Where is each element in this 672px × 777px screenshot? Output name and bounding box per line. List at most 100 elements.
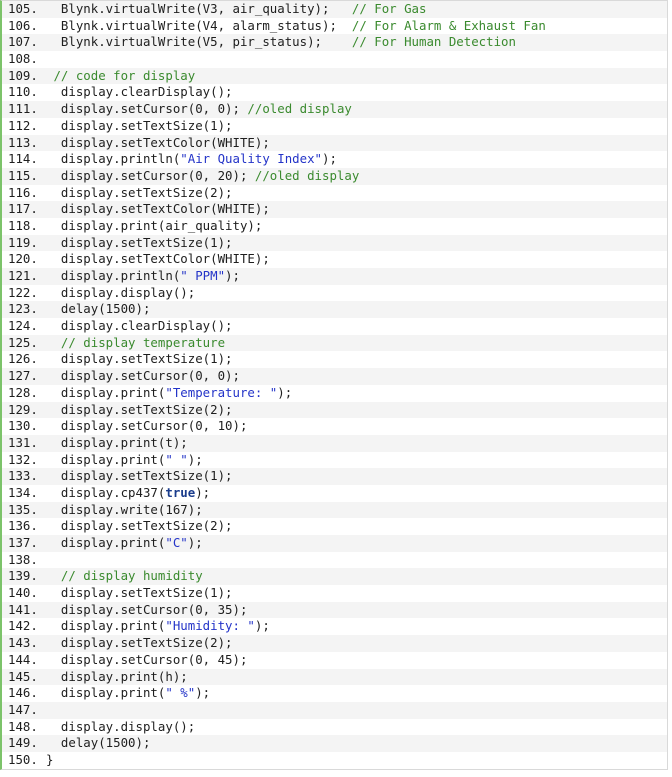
code-text: display.setCursor(0, 45); (46, 651, 248, 667)
line-content: Blynk.virtualWrite(V5, pir_status); // F… (46, 34, 667, 51)
line-content: display.setCursor(0, 35); (46, 602, 667, 619)
code-comment: // display temperature (46, 334, 226, 350)
line-content: Blynk.virtualWrite(V4, alarm_status); //… (46, 18, 667, 35)
line-content: display.print(t); (46, 435, 667, 452)
code-text: ); (277, 384, 293, 400)
line-content: display.println(" PPM"); (46, 268, 667, 285)
line-content: display.print("Temperature: "); (46, 385, 667, 402)
line-number: 133. (8, 468, 38, 484)
code-text: } (46, 751, 54, 767)
code-line: 132. display.print(" "); (2, 451, 667, 469)
code-text: display.setTextSize(2); (46, 635, 233, 651)
line-number: 138. (8, 551, 38, 567)
line-number: 121. (8, 268, 38, 283)
code-text: display.setTextColor(WHITE); (46, 251, 270, 267)
line-number: 146. (8, 685, 38, 701)
line-content: display.setTextSize(2); (46, 635, 667, 652)
code-text: display.print( (46, 685, 166, 701)
code-line: 131. display.print(t); (2, 434, 667, 452)
code-line: 122. display.display(); (2, 284, 667, 302)
line-content: display.print(" "); (46, 452, 667, 469)
code-text: display.setCursor(0, 0); (46, 368, 240, 384)
code-comment: // For Gas (351, 1, 427, 16)
line-number: 111. (8, 101, 38, 117)
code-text: ); (195, 685, 211, 701)
line-content (46, 552, 667, 569)
code-text: display.println( (46, 268, 181, 283)
line-number: 142. (8, 618, 38, 634)
code-line: 128. display.print("Temperature: "); (2, 384, 667, 402)
code-line: 140. display.setTextSize(1); (2, 585, 667, 602)
code-text: display.print( (46, 618, 166, 634)
line-number: 112. (8, 117, 38, 133)
code-line: 146. display.print(" %"); (2, 685, 667, 702)
line-content: display.cp437(true); (46, 485, 667, 502)
line-content: display.setTextColor(WHITE); (46, 251, 667, 268)
code-line: 126. display.setTextSize(1); (2, 351, 667, 369)
line-number: 136. (8, 518, 38, 534)
line-number: 126. (8, 351, 38, 367)
code-text: display.setTextSize(1); (46, 351, 233, 367)
code-line: 115. display.setCursor(0, 20); //oled di… (2, 167, 667, 185)
code-comment: // code for display (46, 67, 196, 83)
code-text: display.clearDisplay(); (46, 318, 233, 334)
code-line: 117. display.setTextColor(WHITE); (2, 201, 667, 218)
line-content: } (46, 752, 667, 769)
line-number: 140. (8, 585, 38, 601)
line-number: 114. (8, 151, 38, 167)
code-comment: // display humidity (46, 568, 203, 584)
line-content: display.print(air_quality); (46, 218, 667, 235)
code-text: display.print( (46, 384, 166, 400)
line-content: display.setCursor(0, 10); (46, 418, 667, 435)
code-string: "Air Quality Index" (180, 151, 323, 167)
line-content: display.println("Air Quality Index"); (46, 151, 667, 168)
line-number: 105. (8, 1, 38, 16)
code-line: 106. Blynk.virtualWrite(V4, alarm_status… (2, 17, 667, 35)
code-text: ); (195, 484, 211, 500)
line-content (46, 51, 667, 68)
code-text: display.println( (46, 151, 181, 167)
code-text: display.setTextSize(1); (46, 585, 233, 601)
code-line: 139. // display humidity (2, 568, 667, 586)
code-text: display.print(h); (46, 668, 188, 684)
line-number: 134. (8, 484, 38, 500)
line-number: 130. (8, 418, 38, 434)
line-number: 135. (8, 501, 38, 517)
line-number: 143. (8, 635, 38, 651)
code-line: 124. display.clearDisplay(); (2, 318, 667, 335)
line-number: 129. (8, 401, 38, 417)
code-text: display.write(167); (46, 501, 203, 517)
code-text: display.print( (46, 535, 166, 550)
code-line: 125. // display temperature (2, 334, 667, 352)
line-content: display.display(); (46, 719, 667, 736)
code-line: 108. (2, 51, 667, 68)
code-text: display.print(air_quality); (46, 217, 263, 233)
line-number: 145. (8, 668, 38, 684)
line-content: display.setCursor(0, 45); (46, 652, 667, 669)
code-line: 149. delay(1500); (2, 735, 667, 752)
line-number: 118. (8, 217, 38, 233)
line-number: 109. (8, 67, 38, 83)
code-line: 136. display.setTextSize(2); (2, 518, 667, 535)
code-text: display.setTextSize(1); (46, 468, 233, 484)
code-text: display.setTextColor(WHITE); (46, 134, 270, 150)
line-content: display.setCursor(0, 20); //oled display (46, 168, 667, 185)
code-text: ); (187, 535, 203, 550)
code-line: 116. display.setTextSize(2); (2, 184, 667, 202)
line-content: // display humidity (46, 568, 667, 585)
line-number: 108. (8, 51, 38, 67)
line-content: display.setTextSize(1); (46, 585, 667, 602)
line-number: 132. (8, 451, 38, 467)
line-content: delay(1500); (46, 301, 667, 318)
code-text: display.setCursor(0, 20); (46, 167, 255, 183)
line-content: display.setTextSize(1); (46, 468, 667, 485)
line-number: 123. (8, 301, 38, 317)
line-number: 110. (8, 84, 38, 100)
code-line: 111. display.setCursor(0, 0); //oled dis… (2, 101, 667, 118)
code-comment: //oled display (247, 101, 352, 117)
line-number: 137. (8, 535, 38, 550)
line-content: display.setTextSize(1); (46, 235, 667, 252)
line-content: display.setTextSize(1); (46, 118, 667, 135)
line-content: delay(1500); (46, 735, 667, 752)
code-line: 135. display.write(167); (2, 501, 667, 519)
